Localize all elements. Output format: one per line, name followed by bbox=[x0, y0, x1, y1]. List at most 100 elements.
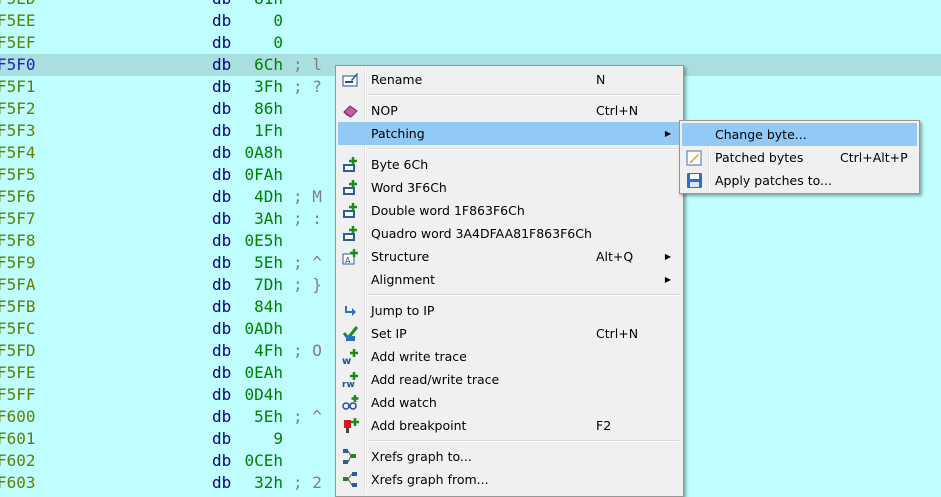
mnemonic: db bbox=[212, 209, 232, 228]
address: F5EF bbox=[0, 33, 36, 52]
operand: 84h bbox=[254, 297, 283, 316]
menu-item-add-breakpoint[interactable]: Add breakpoint F2 bbox=[338, 414, 681, 437]
menu-item-label: Jump to IP bbox=[371, 303, 435, 318]
address: F5FA bbox=[0, 275, 36, 294]
menu-item-xrefs-graph-to[interactable]: Xrefs graph to... bbox=[338, 445, 681, 468]
menu-item-apply-patches[interactable]: Apply patches to... bbox=[682, 169, 917, 192]
menu-item-xrefs-graph-from[interactable]: Xrefs graph from... bbox=[338, 468, 681, 491]
listing-row[interactable]: F5ED db 81h bbox=[0, 0, 941, 10]
submenu-arrow-icon: ▶ bbox=[664, 252, 671, 261]
operand: 0FAh bbox=[244, 165, 283, 184]
menu-item-jump-to-ip[interactable]: Jump to IP bbox=[338, 299, 681, 322]
mnemonic: db bbox=[212, 33, 232, 52]
mnemonic: db bbox=[212, 363, 232, 382]
context-menu: Rename N NOP Ctrl+N Patching ▶ Byte 6Ch … bbox=[335, 65, 684, 497]
menu-item-change-byte[interactable]: Change byte... bbox=[682, 123, 917, 146]
breakpoint-icon bbox=[342, 417, 359, 434]
write-trace-icon: w bbox=[342, 348, 359, 367]
menu-item-set-ip[interactable]: Set IP Ctrl+N bbox=[338, 322, 681, 345]
operand: 3Ah bbox=[254, 209, 283, 228]
mnemonic: db bbox=[212, 297, 232, 316]
address: F5FE bbox=[0, 363, 36, 382]
menu-item-add-write-trace[interactable]: w Add write trace bbox=[338, 345, 681, 368]
menu-item-rename[interactable]: Rename N bbox=[338, 68, 681, 91]
menu-item-label: NOP bbox=[371, 103, 398, 118]
mnemonic: db bbox=[212, 407, 232, 426]
address: F5F9 bbox=[0, 253, 36, 272]
menu-item-label: Add breakpoint bbox=[371, 418, 467, 433]
operand: 4Fh bbox=[254, 341, 283, 360]
floppy-disk-icon bbox=[686, 172, 703, 189]
address: F5EE bbox=[0, 11, 36, 30]
set-ip-icon bbox=[342, 325, 359, 342]
operand: 3Fh bbox=[254, 77, 283, 96]
menu-item-nop[interactable]: NOP Ctrl+N bbox=[338, 99, 681, 122]
menu-item-label: Set IP bbox=[371, 326, 407, 341]
menu-item-label: Patching bbox=[371, 126, 425, 141]
data-add-icon bbox=[342, 179, 359, 196]
structure-icon: A bbox=[342, 248, 359, 265]
menu-item-patching[interactable]: Patching ▶ bbox=[338, 122, 681, 145]
address: F5F5 bbox=[0, 165, 36, 184]
menu-item-label: Byte 6Ch bbox=[371, 157, 429, 172]
mnemonic: db bbox=[212, 253, 232, 272]
mnemonic: db bbox=[212, 451, 232, 470]
menu-item-shortcut: Alt+Q bbox=[596, 249, 634, 264]
menu-item-byte[interactable]: Byte 6Ch bbox=[338, 153, 681, 176]
mnemonic: db bbox=[212, 99, 232, 118]
data-add-icon bbox=[342, 225, 359, 242]
operand: 1Fh bbox=[254, 121, 283, 140]
operand: 0E5h bbox=[244, 231, 283, 250]
menu-separator bbox=[369, 148, 679, 150]
menu-item-add-read-write-trace[interactable]: rw Add read/write trace bbox=[338, 368, 681, 391]
data-add-icon bbox=[342, 156, 359, 173]
mnemonic: db bbox=[212, 0, 231, 10]
mnemonic: db bbox=[212, 121, 232, 140]
listing-row[interactable]: F5EE db 0 bbox=[0, 10, 941, 32]
menu-item-double-word[interactable]: Double word 1F863F6Ch bbox=[338, 199, 681, 222]
mnemonic: db bbox=[212, 275, 232, 294]
menu-item-structure[interactable]: A Structure Alt+Q ▶ bbox=[338, 245, 681, 268]
menu-separator bbox=[369, 94, 679, 96]
address: F5FD bbox=[0, 341, 36, 360]
menu-item-patched-bytes[interactable]: Patched bytes Ctrl+Alt+P bbox=[682, 146, 917, 169]
patched-bytes-icon bbox=[686, 149, 703, 166]
comment: ; M bbox=[293, 187, 322, 206]
comment: ; ^ bbox=[293, 407, 322, 426]
graph-icon bbox=[342, 448, 359, 465]
address: F601 bbox=[0, 429, 36, 448]
menu-item-label: Add watch bbox=[371, 395, 437, 410]
address: F5FC bbox=[0, 319, 36, 338]
address: F5ED bbox=[0, 0, 36, 10]
menu-item-label: Alignment bbox=[371, 272, 436, 287]
menu-item-quadro-word[interactable]: Quadro word 3A4DFAA81F863F6Ch bbox=[338, 222, 681, 245]
operand: 5Eh bbox=[254, 253, 283, 272]
operand: 32h bbox=[254, 473, 283, 492]
menu-separator bbox=[369, 440, 679, 442]
address: F5F1 bbox=[0, 77, 36, 96]
menu-item-label: Add write trace bbox=[371, 349, 467, 364]
menu-item-alignment[interactable]: Alignment ▶ bbox=[338, 268, 681, 291]
menu-item-word[interactable]: Word 3F6Ch bbox=[338, 176, 681, 199]
menu-item-label: Rename bbox=[371, 72, 423, 87]
address: F5F8 bbox=[0, 231, 36, 250]
menu-item-label: Xrefs graph to... bbox=[371, 449, 472, 464]
operand: 0 bbox=[273, 33, 283, 52]
glasses-icon bbox=[342, 394, 359, 411]
mnemonic: db bbox=[212, 385, 232, 404]
address: F5F7 bbox=[0, 209, 36, 228]
mnemonic: db bbox=[212, 429, 232, 448]
listing-row[interactable]: F5EF db 0 bbox=[0, 32, 941, 54]
comment: ; } bbox=[293, 275, 322, 294]
svg-text:w: w bbox=[342, 356, 351, 365]
submenu-arrow-icon: ▶ bbox=[664, 275, 671, 284]
address: F5F3 bbox=[0, 121, 36, 140]
svg-text:A: A bbox=[345, 256, 351, 265]
operand: 0CEh bbox=[244, 451, 283, 470]
menu-item-label: Word 3F6Ch bbox=[371, 180, 447, 195]
menu-item-label: Double word 1F863F6Ch bbox=[371, 203, 525, 218]
graph-icon bbox=[342, 471, 359, 488]
data-add-icon bbox=[342, 202, 359, 219]
menu-item-add-watch[interactable]: Add watch bbox=[338, 391, 681, 414]
jump-arrow-icon bbox=[342, 302, 359, 319]
